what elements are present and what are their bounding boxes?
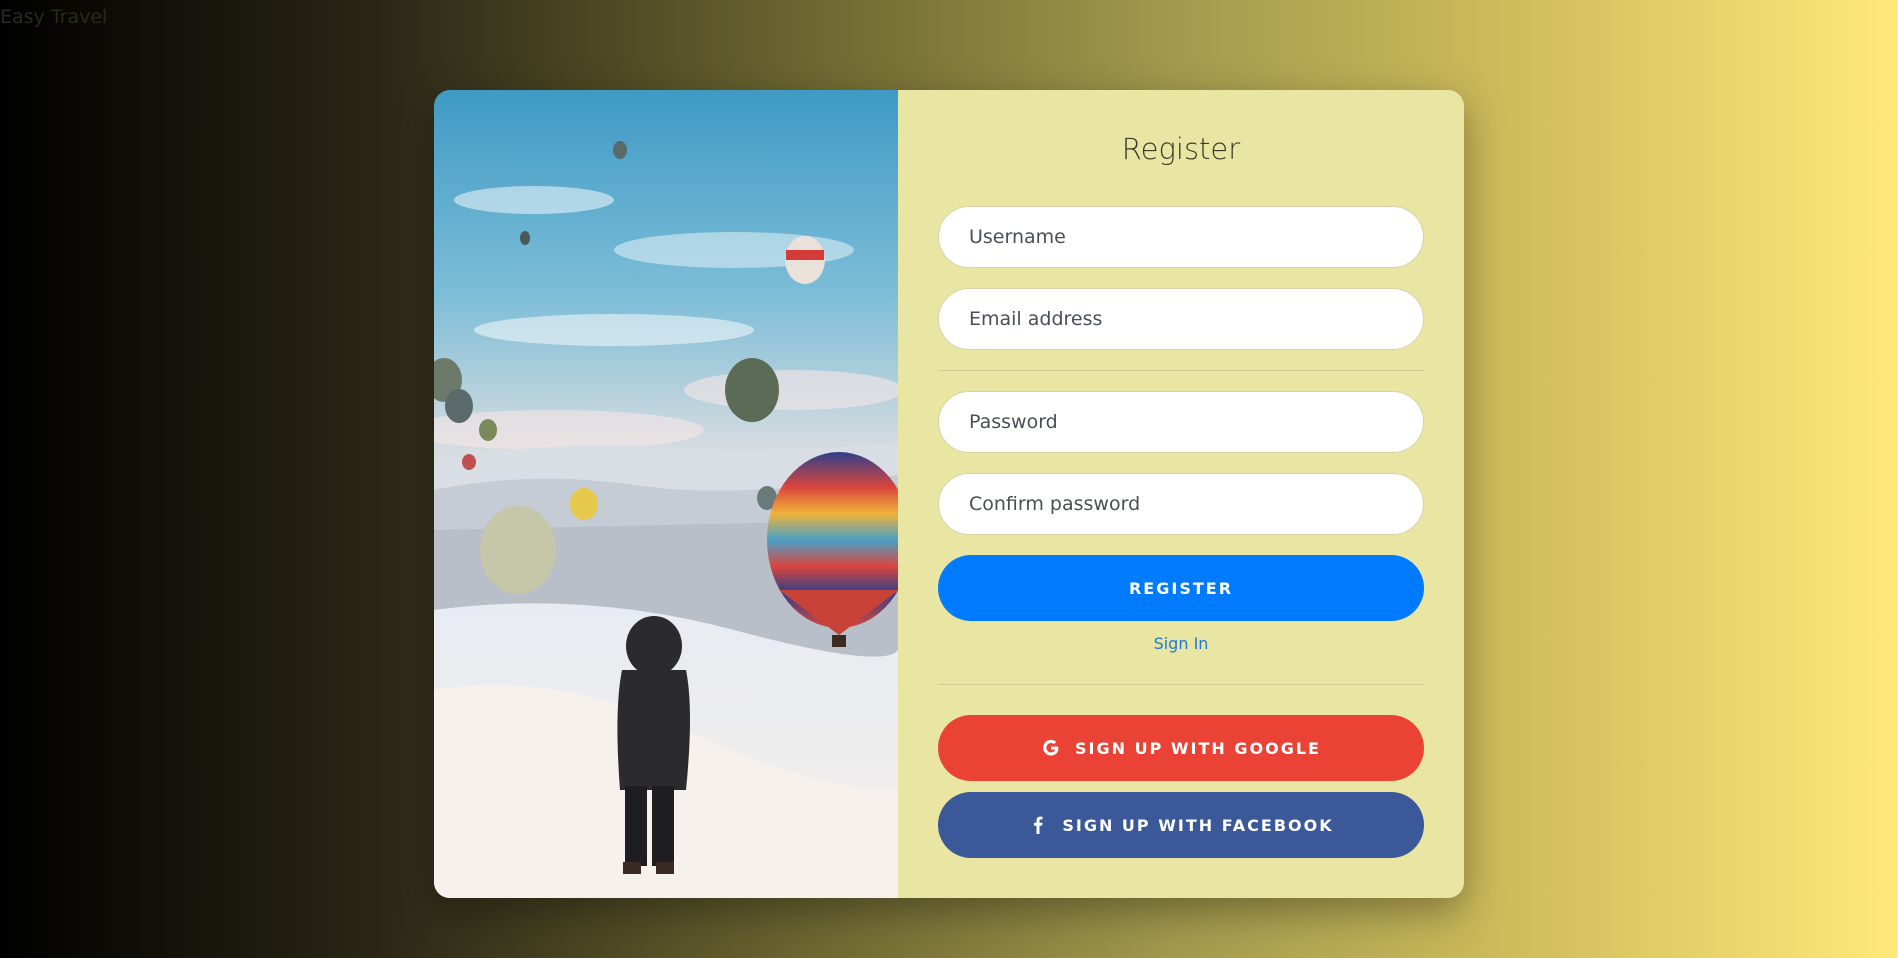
register-button-label: REGISTER <box>1128 578 1234 598</box>
facebook-signup-button[interactable]: SIGN UP WITH FACEBOOK <box>938 792 1424 858</box>
hero-image-balloons <box>434 90 898 898</box>
divider <box>938 684 1424 685</box>
confirm-password-input[interactable] <box>938 473 1424 535</box>
brand-title: Easy Travel <box>0 6 108 28</box>
form-title: Register <box>1121 132 1241 166</box>
register-form-panel: Register REGISTER Sign In SIGN UP WITH G… <box>898 90 1464 898</box>
register-button[interactable]: REGISTER <box>938 555 1424 621</box>
register-card: Register REGISTER Sign In SIGN UP WITH G… <box>434 90 1464 898</box>
divider <box>938 370 1424 371</box>
google-icon <box>1041 738 1061 758</box>
email-input[interactable] <box>938 288 1424 350</box>
google-signup-button[interactable]: SIGN UP WITH GOOGLE <box>938 715 1424 781</box>
username-input[interactable] <box>938 206 1424 268</box>
facebook-signup-label: SIGN UP WITH FACEBOOK <box>1062 815 1334 835</box>
facebook-icon <box>1028 815 1048 835</box>
google-signup-label: SIGN UP WITH GOOGLE <box>1075 738 1321 758</box>
sign-in-link[interactable]: Sign In <box>898 634 1464 653</box>
password-input[interactable] <box>938 391 1424 453</box>
